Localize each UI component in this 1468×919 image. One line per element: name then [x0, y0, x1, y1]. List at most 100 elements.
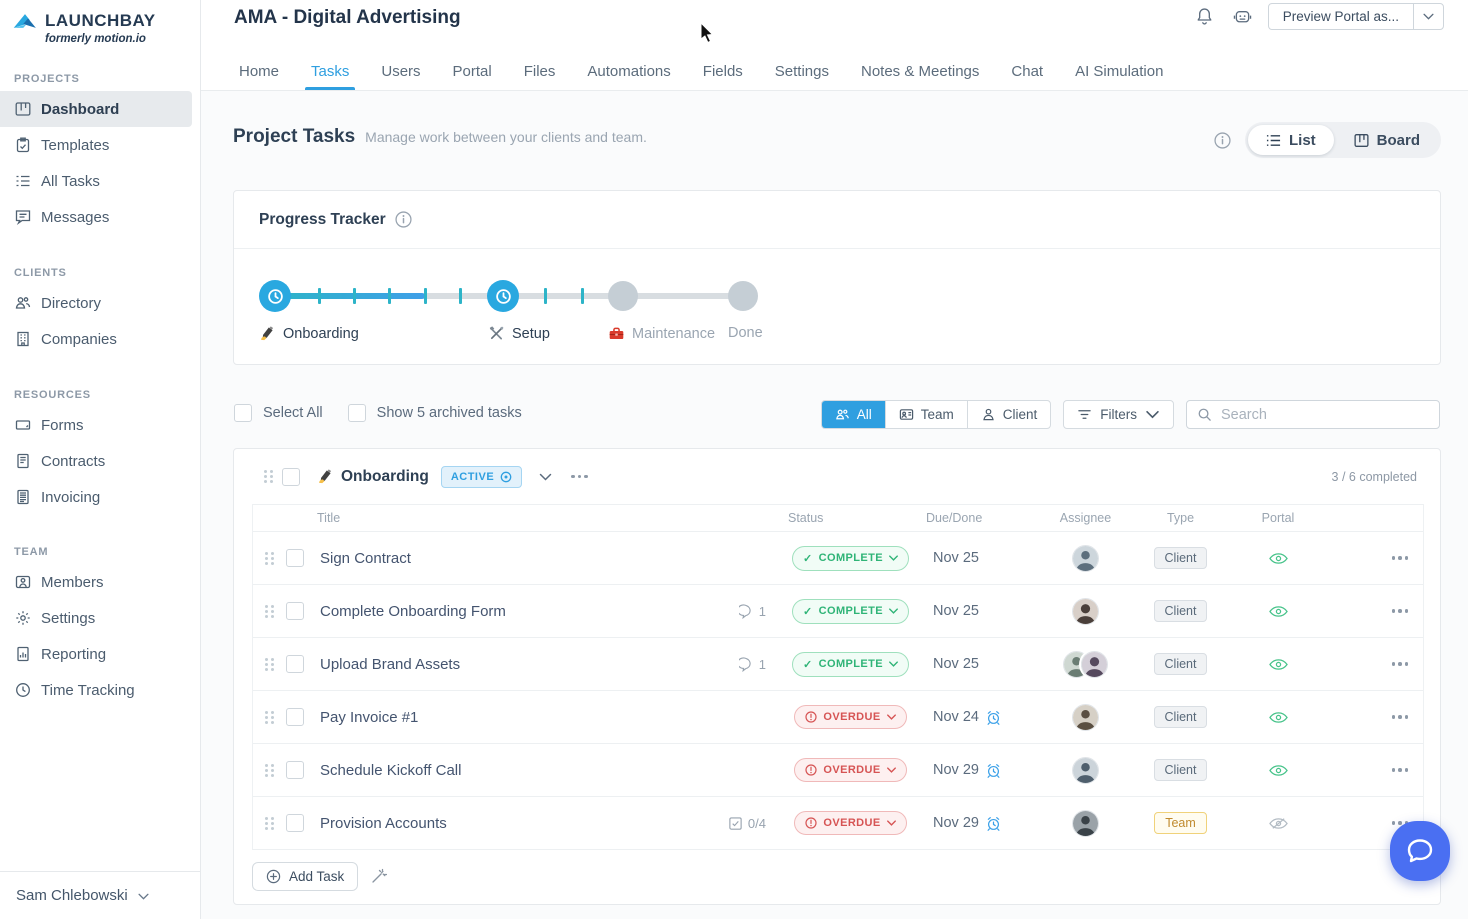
tab-portal[interactable]: Portal	[437, 52, 508, 90]
sidebar-item-messages[interactable]: Messages	[0, 199, 200, 235]
sidebar-item-reporting[interactable]: Reporting	[0, 636, 200, 672]
drag-handle[interactable]	[265, 551, 274, 565]
subtask-count[interactable]: 0/4	[728, 816, 766, 831]
select-all-checkbox[interactable]	[234, 404, 252, 422]
sidebar-item-invoicing[interactable]: Invoicing	[0, 479, 200, 515]
show-archived-checkbox[interactable]	[347, 404, 366, 422]
tab-automations[interactable]: Automations	[571, 52, 686, 90]
status-pill[interactable]: ✓ COMPLETE	[792, 545, 909, 571]
due-date[interactable]: Nov 25	[933, 656, 979, 672]
drag-handle[interactable]	[265, 763, 274, 777]
brand-logo[interactable]: LAUNCHBAY formerly motion.io	[0, 0, 200, 45]
task-checkbox[interactable]	[286, 602, 304, 620]
portal-visible-icon[interactable]	[1268, 711, 1288, 724]
tab-users[interactable]: Users	[365, 52, 436, 90]
tab-home[interactable]: Home	[223, 52, 295, 90]
row-more-button[interactable]	[1391, 768, 1408, 772]
stage-node-maintenance[interactable]	[608, 281, 638, 311]
status-pill[interactable]: ✓ COMPLETE	[792, 651, 909, 677]
chat-widget-button[interactable]	[1390, 821, 1450, 881]
filter-team-button[interactable]: Team	[886, 401, 968, 428]
task-checkbox[interactable]	[286, 814, 304, 832]
board-view-button[interactable]: Board	[1336, 125, 1438, 155]
sidebar-item-templates[interactable]: Templates	[0, 127, 200, 163]
due-date[interactable]: Nov 29	[933, 762, 979, 778]
task-title[interactable]: Provision Accounts	[320, 815, 447, 832]
drag-handle[interactable]	[265, 657, 274, 671]
tab-tasks[interactable]: Tasks	[295, 52, 365, 90]
row-more-button[interactable]	[1391, 662, 1408, 666]
task-checkbox[interactable]	[286, 708, 304, 726]
info-icon[interactable]	[1214, 131, 1231, 149]
portal-visible-icon[interactable]	[1268, 552, 1288, 565]
magic-wand-icon[interactable]	[371, 868, 389, 886]
list-view-button[interactable]: List	[1247, 125, 1334, 155]
preview-portal-button[interactable]: Preview Portal as...	[1267, 3, 1444, 30]
task-title[interactable]: Complete Onboarding Form	[320, 603, 506, 620]
drag-handle[interactable]	[265, 816, 274, 830]
avatar[interactable]	[1072, 809, 1099, 837]
row-more-button[interactable]	[1391, 556, 1408, 560]
avatar[interactable]	[1072, 544, 1099, 572]
task-title[interactable]: Upload Brand Assets	[320, 656, 460, 673]
tab-files[interactable]: Files	[508, 52, 572, 90]
task-title[interactable]: Sign Contract	[320, 550, 411, 567]
filter-all-button[interactable]: All	[821, 401, 886, 428]
avatar[interactable]	[1072, 597, 1099, 625]
due-date[interactable]: Nov 25	[933, 550, 979, 566]
due-date[interactable]: Nov 25	[933, 603, 979, 619]
sidebar-item-companies[interactable]: Companies	[0, 321, 200, 357]
avatar[interactable]	[1072, 756, 1099, 784]
info-icon[interactable]	[395, 211, 412, 228]
tab-ai-simulation[interactable]: AI Simulation	[1059, 52, 1179, 90]
reminder-alarm-icon[interactable]	[986, 763, 1001, 778]
ai-assistant-button[interactable]	[1230, 4, 1256, 30]
reminder-alarm-icon[interactable]	[986, 816, 1001, 831]
stage-node-onboarding[interactable]	[259, 280, 291, 312]
sidebar-item-contracts[interactable]: Contracts	[0, 443, 200, 479]
status-pill[interactable]: ✓ COMPLETE	[792, 598, 909, 624]
row-more-button[interactable]	[1391, 609, 1408, 613]
task-title[interactable]: Schedule Kickoff Call	[320, 762, 461, 779]
portal-visible-icon[interactable]	[1268, 764, 1288, 777]
row-more-button[interactable]	[1391, 715, 1408, 719]
sidebar-item-time-tracking[interactable]: Time Tracking	[0, 672, 200, 708]
task-title[interactable]: Pay Invoice #1	[320, 709, 418, 726]
reminder-alarm-icon[interactable]	[986, 710, 1001, 725]
task-checkbox[interactable]	[286, 549, 304, 567]
avatar[interactable]	[1072, 703, 1099, 731]
task-checkbox[interactable]	[286, 761, 304, 779]
tab-chat[interactable]: Chat	[995, 52, 1059, 90]
sidebar-item-forms[interactable]: Forms	[0, 407, 200, 443]
collapse-group-button[interactable]	[539, 468, 552, 486]
status-pill[interactable]: OVERDUE	[794, 705, 907, 729]
due-date[interactable]: Nov 29	[933, 815, 979, 831]
portal-hidden-icon[interactable]	[1268, 817, 1288, 830]
group-status-badge[interactable]: ACTIVE	[440, 465, 523, 488]
stage-node-setup[interactable]	[487, 280, 519, 312]
tab-fields[interactable]: Fields	[687, 52, 759, 90]
group-more-button[interactable]	[571, 474, 588, 479]
search-input[interactable]	[1221, 406, 1429, 423]
drag-handle[interactable]	[265, 604, 274, 618]
user-menu[interactable]: Sam Chlebowski	[0, 871, 200, 919]
drag-handle[interactable]	[265, 710, 274, 724]
stage-node-done[interactable]	[728, 281, 758, 311]
sidebar-item-members[interactable]: Members	[0, 564, 200, 600]
notifications-button[interactable]	[1192, 4, 1218, 30]
add-task-button[interactable]: Add Task	[252, 862, 359, 891]
chevron-down-icon[interactable]	[1413, 4, 1443, 29]
portal-visible-icon[interactable]	[1268, 658, 1288, 671]
tab-settings[interactable]: Settings	[759, 52, 845, 90]
due-date[interactable]: Nov 24	[933, 709, 979, 725]
filter-client-button[interactable]: Client	[968, 401, 1051, 428]
sidebar-item-settings[interactable]: Settings	[0, 600, 200, 636]
comment-count[interactable]: 1	[738, 604, 766, 619]
sidebar-item-all-tasks[interactable]: All Tasks	[0, 163, 200, 199]
drag-handle[interactable]	[264, 470, 273, 483]
status-pill[interactable]: OVERDUE	[794, 758, 907, 782]
avatar[interactable]	[1081, 650, 1108, 678]
status-pill[interactable]: OVERDUE	[794, 811, 907, 835]
portal-visible-icon[interactable]	[1268, 605, 1288, 618]
comment-count[interactable]: 1	[738, 657, 766, 672]
